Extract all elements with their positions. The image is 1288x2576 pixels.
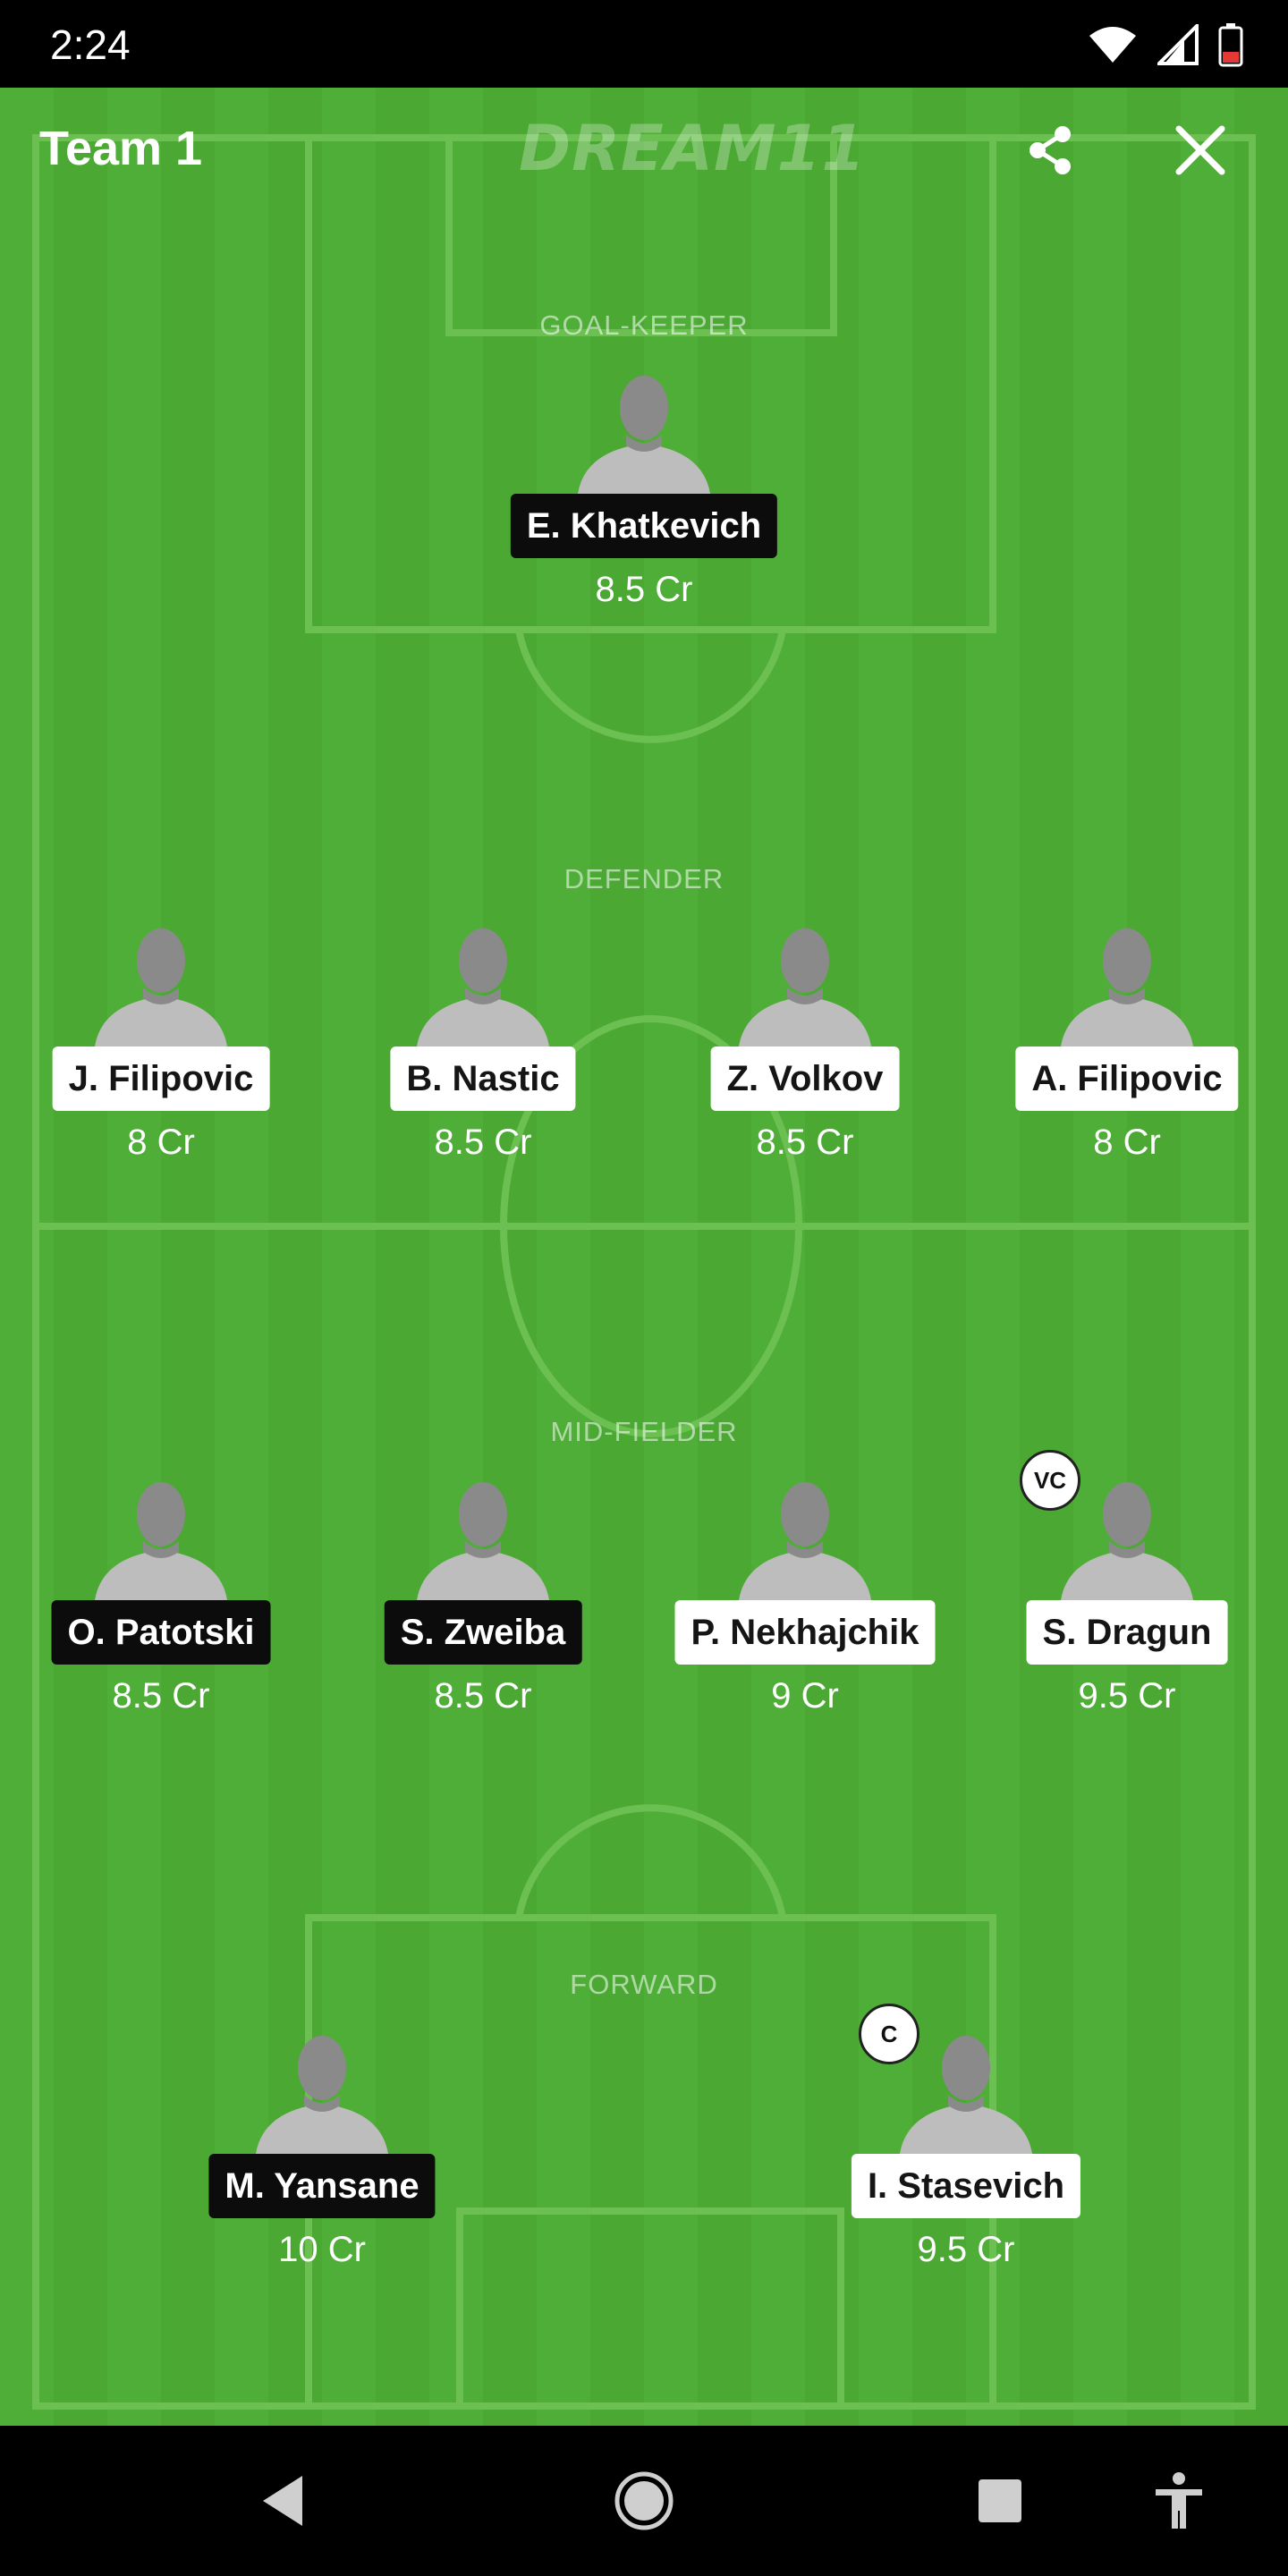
player-credits: 9.5 Cr xyxy=(917,2230,1015,2269)
player-name[interactable]: J. Filipovic xyxy=(52,1046,270,1111)
player-credits: 8 Cr xyxy=(127,1123,195,1162)
player-avatar xyxy=(417,928,549,1046)
player-card[interactable]: J. Filipovic 8 Cr xyxy=(27,921,295,1190)
player-name[interactable]: A. Filipovic xyxy=(1015,1046,1239,1111)
player-name[interactable]: P. Nekhajchik xyxy=(674,1600,936,1665)
player-credits: 10 Cr xyxy=(278,2230,366,2269)
pitch: Team 1 DREAM11 GOAL-KEEPER DEFENDER MID-… xyxy=(0,88,1288,2426)
player-card[interactable]: B. Nastic 8.5 Cr xyxy=(349,921,617,1190)
player-avatar xyxy=(1061,928,1193,1046)
status-icons xyxy=(1088,20,1243,70)
player-avatar xyxy=(739,928,871,1046)
section-label-forward: FORWARD xyxy=(570,1969,718,2000)
player-credits: 8.5 Cr xyxy=(112,1676,210,1716)
top-bar: Team 1 DREAM11 xyxy=(0,88,1288,213)
player-credits: 9.5 Cr xyxy=(1078,1676,1176,1716)
home-button[interactable] xyxy=(599,2456,689,2546)
back-button[interactable] xyxy=(240,2456,329,2546)
player-name[interactable]: Z. Volkov xyxy=(710,1046,900,1111)
navigation-bar xyxy=(0,2426,1288,2576)
battery-icon xyxy=(1218,23,1243,67)
close-icon xyxy=(1175,125,1225,175)
team-title: Team 1 xyxy=(39,122,203,175)
player-name[interactable]: S. Zweiba xyxy=(384,1600,582,1665)
back-triangle-icon xyxy=(263,2476,302,2526)
player-name[interactable]: I. Stasevich xyxy=(851,2154,1081,2218)
player-credits: 8.5 Cr xyxy=(434,1123,532,1162)
section-label-midfielder: MID-FIELDER xyxy=(550,1416,738,1447)
player-avatar xyxy=(578,376,710,494)
home-circle-icon xyxy=(614,2471,674,2530)
player-name[interactable]: M. Yansane xyxy=(208,2154,436,2218)
player-card[interactable]: A. Filipovic 8 Cr xyxy=(993,921,1261,1190)
player-card[interactable]: C I. Stasevich 9.5 Cr xyxy=(832,2004,1100,2297)
section-label-defender: DEFENDER xyxy=(564,863,724,894)
player-name[interactable]: S. Dragun xyxy=(1026,1600,1228,1665)
player-credits: 8.5 Cr xyxy=(595,570,693,609)
accessibility-icon xyxy=(1156,2472,1202,2529)
player-card[interactable]: E. Khatkevich 8.5 Cr xyxy=(510,369,778,637)
accessibility-button[interactable] xyxy=(1134,2456,1224,2546)
player-name[interactable]: O. Patotski xyxy=(51,1600,271,1665)
player-avatar xyxy=(95,928,227,1046)
player-avatar xyxy=(256,2036,388,2154)
status-bar: 2:24 xyxy=(0,0,1288,88)
recents-square-icon xyxy=(979,2479,1021,2522)
player-name[interactable]: E. Khatkevich xyxy=(510,494,778,558)
player-card[interactable]: Z. Volkov 8.5 Cr xyxy=(671,921,939,1190)
player-credits: 8.5 Cr xyxy=(756,1123,854,1162)
captain-badge: C xyxy=(859,2004,919,2064)
close-button[interactable] xyxy=(1160,110,1241,191)
section-label-goalkeeper: GOAL-KEEPER xyxy=(539,309,749,341)
player-card[interactable]: S. Zweiba 8.5 Cr xyxy=(349,1475,617,1743)
share-button[interactable] xyxy=(1010,110,1090,191)
player-avatar xyxy=(417,1482,549,1600)
player-card[interactable]: O. Patotski 8.5 Cr xyxy=(27,1475,295,1743)
cell-signal-icon xyxy=(1157,24,1199,65)
vice-captain-badge: VC xyxy=(1020,1450,1080,1511)
player-card[interactable]: VC S. Dragun 9.5 Cr xyxy=(993,1450,1261,1743)
player-credits: 8.5 Cr xyxy=(434,1676,532,1716)
player-card[interactable]: M. Yansane 10 Cr xyxy=(188,2029,456,2297)
brand-logo: DREAM11 xyxy=(519,112,867,185)
wifi-icon xyxy=(1089,27,1136,63)
player-avatar xyxy=(739,1482,871,1600)
player-credits: 8 Cr xyxy=(1093,1123,1161,1162)
recents-button[interactable] xyxy=(955,2456,1045,2546)
player-name[interactable]: B. Nastic xyxy=(390,1046,576,1111)
player-avatar xyxy=(95,1482,227,1600)
player-credits: 9 Cr xyxy=(771,1676,839,1716)
player-card[interactable]: P. Nekhajchik 9 Cr xyxy=(671,1475,939,1743)
share-icon xyxy=(1030,126,1071,174)
status-time: 2:24 xyxy=(50,21,131,68)
